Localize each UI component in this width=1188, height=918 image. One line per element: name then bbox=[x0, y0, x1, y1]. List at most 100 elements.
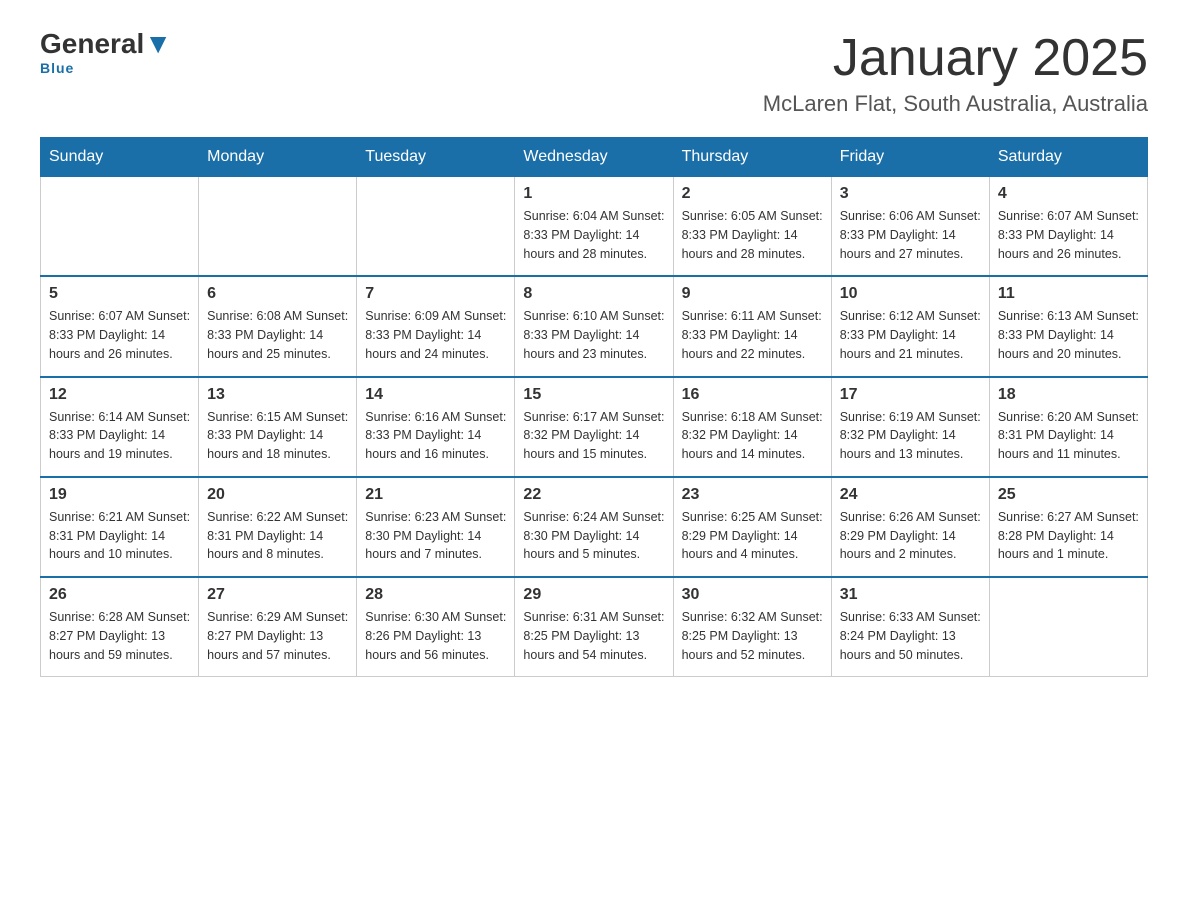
calendar-cell bbox=[989, 577, 1147, 677]
calendar-cell: 14 Sunrise: 6:16 AM Sunset: 8:33 PM Dayli… bbox=[357, 377, 515, 477]
day-number: 11 bbox=[998, 285, 1139, 303]
weekday-friday: Friday bbox=[831, 138, 989, 177]
weekday-thursday: Thursday bbox=[673, 138, 831, 177]
calendar-cell: 4 Sunrise: 6:07 AM Sunset: 8:33 PM Daylig… bbox=[989, 177, 1147, 277]
day-info: Sunrise: 6:15 AM Sunset: 8:33 PM Dayligh… bbox=[207, 408, 348, 464]
day-number: 2 bbox=[682, 185, 823, 203]
calendar-cell bbox=[41, 177, 199, 277]
day-info: Sunrise: 6:14 AM Sunset: 8:33 PM Dayligh… bbox=[49, 408, 190, 464]
day-info: Sunrise: 6:30 AM Sunset: 8:26 PM Dayligh… bbox=[365, 608, 506, 664]
calendar-cell: 30 Sunrise: 6:32 AM Sunset: 8:25 PM Dayli… bbox=[673, 577, 831, 677]
day-info: Sunrise: 6:23 AM Sunset: 8:30 PM Dayligh… bbox=[365, 508, 506, 564]
day-number: 30 bbox=[682, 586, 823, 604]
day-number: 17 bbox=[840, 386, 981, 404]
day-number: 25 bbox=[998, 486, 1139, 504]
day-info: Sunrise: 6:13 AM Sunset: 8:33 PM Dayligh… bbox=[998, 307, 1139, 363]
calendar-cell: 11 Sunrise: 6:13 AM Sunset: 8:33 PM Dayli… bbox=[989, 276, 1147, 376]
calendar-cell: 10 Sunrise: 6:12 AM Sunset: 8:33 PM Dayli… bbox=[831, 276, 989, 376]
calendar-cell: 2 Sunrise: 6:05 AM Sunset: 8:33 PM Daylig… bbox=[673, 177, 831, 277]
day-info: Sunrise: 6:06 AM Sunset: 8:33 PM Dayligh… bbox=[840, 207, 981, 263]
day-info: Sunrise: 6:17 AM Sunset: 8:32 PM Dayligh… bbox=[523, 408, 664, 464]
calendar-cell: 15Sunrise: 6:17 AM Sunset: 8:32 PM Dayli… bbox=[515, 377, 673, 477]
calendar-cell: 21 Sunrise: 6:23 AM Sunset: 8:30 PM Dayli… bbox=[357, 477, 515, 577]
day-info: Sunrise: 6:18 AM Sunset: 8:32 PM Dayligh… bbox=[682, 408, 823, 464]
calendar-cell: 9Sunrise: 6:11 AM Sunset: 8:33 PM Daylig… bbox=[673, 276, 831, 376]
day-number: 31 bbox=[840, 586, 981, 604]
calendar-cell: 25 Sunrise: 6:27 AM Sunset: 8:28 PM Dayli… bbox=[989, 477, 1147, 577]
weekday-saturday: Saturday bbox=[989, 138, 1147, 177]
day-info: Sunrise: 6:29 AM Sunset: 8:27 PM Dayligh… bbox=[207, 608, 348, 664]
day-number: 29 bbox=[523, 586, 664, 604]
day-info: Sunrise: 6:25 AM Sunset: 8:29 PM Dayligh… bbox=[682, 508, 823, 564]
calendar-week-1: 1 Sunrise: 6:04 AM Sunset: 8:33 PM Daylig… bbox=[41, 177, 1148, 277]
calendar-cell bbox=[357, 177, 515, 277]
calendar-table: SundayMondayTuesdayWednesdayThursdayFrid… bbox=[40, 137, 1148, 677]
day-number: 18 bbox=[998, 386, 1139, 404]
calendar-cell: 28 Sunrise: 6:30 AM Sunset: 8:26 PM Dayli… bbox=[357, 577, 515, 677]
day-number: 4 bbox=[998, 185, 1139, 203]
calendar-cell: 20 Sunrise: 6:22 AM Sunset: 8:31 PM Dayli… bbox=[199, 477, 357, 577]
calendar-cell: 22Sunrise: 6:24 AM Sunset: 8:30 PM Dayli… bbox=[515, 477, 673, 577]
day-info: Sunrise: 6:07 AM Sunset: 8:33 PM Dayligh… bbox=[49, 307, 190, 363]
day-number: 22 bbox=[523, 486, 664, 504]
weekday-monday: Monday bbox=[199, 138, 357, 177]
page-header: General▼ Blue January 2025 McLaren Flat,… bbox=[40, 30, 1148, 117]
day-number: 16 bbox=[682, 386, 823, 404]
calendar-cell: 1 Sunrise: 6:04 AM Sunset: 8:33 PM Daylig… bbox=[515, 177, 673, 277]
day-info: Sunrise: 6:33 AM Sunset: 8:24 PM Dayligh… bbox=[840, 608, 981, 664]
day-info: Sunrise: 6:28 AM Sunset: 8:27 PM Dayligh… bbox=[49, 608, 190, 664]
logo-triangle-icon: ▼ bbox=[144, 28, 172, 59]
day-info: Sunrise: 6:31 AM Sunset: 8:25 PM Dayligh… bbox=[523, 608, 664, 664]
day-number: 14 bbox=[365, 386, 506, 404]
day-number: 1 bbox=[523, 185, 664, 203]
day-number: 19 bbox=[49, 486, 190, 504]
day-info: Sunrise: 6:32 AM Sunset: 8:25 PM Dayligh… bbox=[682, 608, 823, 664]
calendar-cell: 3Sunrise: 6:06 AM Sunset: 8:33 PM Daylig… bbox=[831, 177, 989, 277]
calendar-cell: 8Sunrise: 6:10 AM Sunset: 8:33 PM Daylig… bbox=[515, 276, 673, 376]
logo: General▼ Blue bbox=[40, 30, 172, 76]
calendar-cell: 13 Sunrise: 6:15 AM Sunset: 8:33 PM Dayli… bbox=[199, 377, 357, 477]
day-number: 23 bbox=[682, 486, 823, 504]
day-number: 8 bbox=[523, 285, 664, 303]
calendar-cell: 27Sunrise: 6:29 AM Sunset: 8:27 PM Dayli… bbox=[199, 577, 357, 677]
day-info: Sunrise: 6:22 AM Sunset: 8:31 PM Dayligh… bbox=[207, 508, 348, 564]
title-section: January 2025 McLaren Flat, South Austral… bbox=[763, 30, 1148, 117]
calendar-cell: 17 Sunrise: 6:19 AM Sunset: 8:32 PM Dayli… bbox=[831, 377, 989, 477]
calendar-week-2: 5 Sunrise: 6:07 AM Sunset: 8:33 PM Daylig… bbox=[41, 276, 1148, 376]
day-info: Sunrise: 6:16 AM Sunset: 8:33 PM Dayligh… bbox=[365, 408, 506, 464]
day-info: Sunrise: 6:21 AM Sunset: 8:31 PM Dayligh… bbox=[49, 508, 190, 564]
day-number: 26 bbox=[49, 586, 190, 604]
weekday-wednesday: Wednesday bbox=[515, 138, 673, 177]
day-info: Sunrise: 6:08 AM Sunset: 8:33 PM Dayligh… bbox=[207, 307, 348, 363]
calendar-cell: 23 Sunrise: 6:25 AM Sunset: 8:29 PM Dayli… bbox=[673, 477, 831, 577]
calendar-cell: 19 Sunrise: 6:21 AM Sunset: 8:31 PM Dayli… bbox=[41, 477, 199, 577]
day-info: Sunrise: 6:19 AM Sunset: 8:32 PM Dayligh… bbox=[840, 408, 981, 464]
day-number: 20 bbox=[207, 486, 348, 504]
logo-text: General▼ bbox=[40, 30, 172, 58]
day-number: 21 bbox=[365, 486, 506, 504]
calendar-cell: 6 Sunrise: 6:08 AM Sunset: 8:33 PM Daylig… bbox=[199, 276, 357, 376]
calendar-week-4: 19 Sunrise: 6:21 AM Sunset: 8:31 PM Dayli… bbox=[41, 477, 1148, 577]
day-number: 24 bbox=[840, 486, 981, 504]
day-info: Sunrise: 6:09 AM Sunset: 8:33 PM Dayligh… bbox=[365, 307, 506, 363]
day-info: Sunrise: 6:12 AM Sunset: 8:33 PM Dayligh… bbox=[840, 307, 981, 363]
day-number: 5 bbox=[49, 285, 190, 303]
day-number: 28 bbox=[365, 586, 506, 604]
day-info: Sunrise: 6:07 AM Sunset: 8:33 PM Dayligh… bbox=[998, 207, 1139, 263]
calendar-cell bbox=[199, 177, 357, 277]
calendar-cell: 26 Sunrise: 6:28 AM Sunset: 8:27 PM Dayli… bbox=[41, 577, 199, 677]
day-info: Sunrise: 6:05 AM Sunset: 8:33 PM Dayligh… bbox=[682, 207, 823, 263]
calendar-cell: 29 Sunrise: 6:31 AM Sunset: 8:25 PM Dayli… bbox=[515, 577, 673, 677]
location: McLaren Flat, South Australia, Australia bbox=[763, 91, 1148, 117]
day-number: 6 bbox=[207, 285, 348, 303]
calendar-cell: 18Sunrise: 6:20 AM Sunset: 8:31 PM Dayli… bbox=[989, 377, 1147, 477]
calendar-cell: 7 Sunrise: 6:09 AM Sunset: 8:33 PM Daylig… bbox=[357, 276, 515, 376]
day-number: 7 bbox=[365, 285, 506, 303]
day-number: 10 bbox=[840, 285, 981, 303]
day-number: 13 bbox=[207, 386, 348, 404]
day-info: Sunrise: 6:04 AM Sunset: 8:33 PM Dayligh… bbox=[523, 207, 664, 263]
day-info: Sunrise: 6:27 AM Sunset: 8:28 PM Dayligh… bbox=[998, 508, 1139, 564]
calendar-week-5: 26 Sunrise: 6:28 AM Sunset: 8:27 PM Dayli… bbox=[41, 577, 1148, 677]
day-number: 9 bbox=[682, 285, 823, 303]
calendar-cell: 16 Sunrise: 6:18 AM Sunset: 8:32 PM Dayli… bbox=[673, 377, 831, 477]
